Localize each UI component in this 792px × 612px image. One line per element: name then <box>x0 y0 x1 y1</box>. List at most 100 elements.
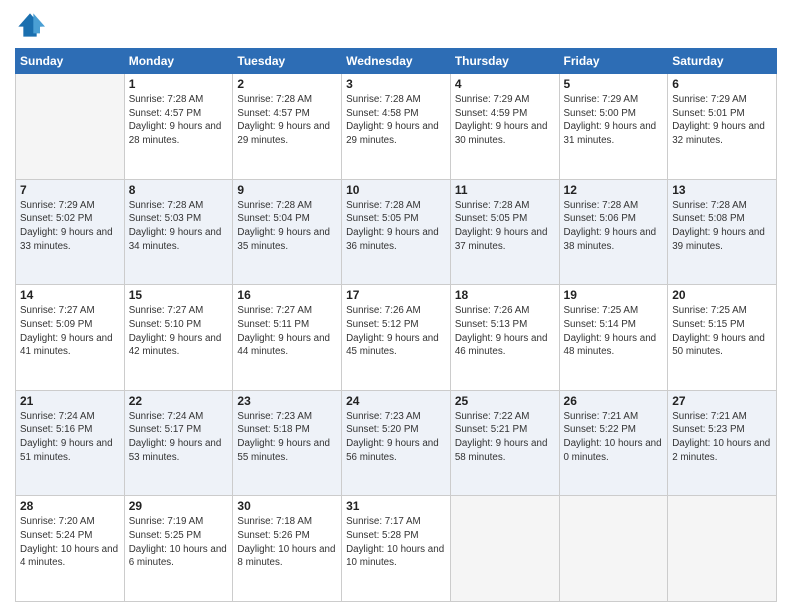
logo-icon <box>15 10 45 40</box>
day-number: 14 <box>20 288 120 302</box>
day-info: Sunrise: 7:28 AMSunset: 5:06 PMDaylight:… <box>564 199 664 254</box>
day-number: 31 <box>346 499 446 513</box>
day-info: Sunrise: 7:29 AMSunset: 4:59 PMDaylight:… <box>455 93 555 148</box>
day-info: Sunrise: 7:21 AMSunset: 5:23 PMDaylight:… <box>672 410 772 465</box>
day-info: Sunrise: 7:28 AMSunset: 4:57 PMDaylight:… <box>129 93 229 148</box>
calendar-cell: 29 Sunrise: 7:19 AMSunset: 5:25 PMDayligh… <box>124 496 233 602</box>
calendar-cell: 15Sunrise: 7:27 AMSunset: 5:10 PMDayligh… <box>124 285 233 391</box>
day-number: 16 <box>237 288 337 302</box>
calendar-cell <box>16 74 125 180</box>
calendar-cell: 27Sunrise: 7:21 AMSunset: 5:23 PMDayligh… <box>668 390 777 496</box>
day-info: Sunrise: 7:28 AMSunset: 5:05 PMDaylight:… <box>455 199 555 254</box>
day-info: Sunrise: 7:22 AMSunset: 5:21 PMDaylight:… <box>455 410 555 465</box>
calendar-cell: 25 Sunrise: 7:22 AMSunset: 5:21 PMDayligh… <box>450 390 559 496</box>
day-info: Sunrise: 7:29 AMSunset: 5:00 PMDaylight:… <box>564 93 664 148</box>
day-info: Sunrise: 7:23 AMSunset: 5:20 PMDaylight:… <box>346 410 446 465</box>
calendar-cell: 30Sunrise: 7:18 AMSunset: 5:26 PMDayligh… <box>233 496 342 602</box>
day-number: 17 <box>346 288 446 302</box>
day-number: 23 <box>237 394 337 408</box>
calendar-cell: 21 Sunrise: 7:24 AMSunset: 5:16 PMDayligh… <box>16 390 125 496</box>
weekday-header-wednesday: Wednesday <box>342 49 451 74</box>
day-number: 9 <box>237 183 337 197</box>
calendar-cell <box>559 496 668 602</box>
weekday-header-row: SundayMondayTuesdayWednesdayThursdayFrid… <box>16 49 777 74</box>
weekday-header-saturday: Saturday <box>668 49 777 74</box>
day-info: Sunrise: 7:28 AMSunset: 5:03 PMDaylight:… <box>129 199 229 254</box>
day-info: Sunrise: 7:20 AMSunset: 5:24 PMDaylight:… <box>20 515 120 570</box>
calendar-table: SundayMondayTuesdayWednesdayThursdayFrid… <box>15 48 777 602</box>
day-number: 24 <box>346 394 446 408</box>
calendar-cell: 12 Sunrise: 7:28 AMSunset: 5:06 PMDayligh… <box>559 179 668 285</box>
day-info: Sunrise: 7:24 AMSunset: 5:16 PMDaylight:… <box>20 410 120 465</box>
calendar-cell: 8 Sunrise: 7:28 AMSunset: 5:03 PMDaylight… <box>124 179 233 285</box>
calendar-cell: 3 Sunrise: 7:28 AMSunset: 4:58 PMDaylight… <box>342 74 451 180</box>
day-number: 25 <box>455 394 555 408</box>
calendar-cell: 7Sunrise: 7:29 AMSunset: 5:02 PMDaylight… <box>16 179 125 285</box>
calendar-cell: 11 Sunrise: 7:28 AMSunset: 5:05 PMDayligh… <box>450 179 559 285</box>
day-info: Sunrise: 7:17 AMSunset: 5:28 PMDaylight:… <box>346 515 446 570</box>
calendar-cell <box>668 496 777 602</box>
calendar-cell: 24 Sunrise: 7:23 AMSunset: 5:20 PMDayligh… <box>342 390 451 496</box>
day-number: 1 <box>129 77 229 91</box>
day-number: 20 <box>672 288 772 302</box>
day-number: 18 <box>455 288 555 302</box>
day-info: Sunrise: 7:28 AMSunset: 5:08 PMDaylight:… <box>672 199 772 254</box>
day-info: Sunrise: 7:29 AMSunset: 5:01 PMDaylight:… <box>672 93 772 148</box>
weekday-header-thursday: Thursday <box>450 49 559 74</box>
day-info: Sunrise: 7:25 AMSunset: 5:15 PMDaylight:… <box>672 304 772 359</box>
calendar-cell: 1 Sunrise: 7:28 AMSunset: 4:57 PMDaylight… <box>124 74 233 180</box>
day-number: 3 <box>346 77 446 91</box>
calendar-page: SundayMondayTuesdayWednesdayThursdayFrid… <box>0 0 792 612</box>
day-number: 4 <box>455 77 555 91</box>
day-number: 7 <box>20 183 120 197</box>
calendar-cell: 23 Sunrise: 7:23 AMSunset: 5:18 PMDayligh… <box>233 390 342 496</box>
day-number: 8 <box>129 183 229 197</box>
calendar-cell: 4 Sunrise: 7:29 AMSunset: 4:59 PMDaylight… <box>450 74 559 180</box>
day-info: Sunrise: 7:28 AMSunset: 4:58 PMDaylight:… <box>346 93 446 148</box>
day-info: Sunrise: 7:23 AMSunset: 5:18 PMDaylight:… <box>237 410 337 465</box>
calendar-cell: 13 Sunrise: 7:28 AMSunset: 5:08 PMDayligh… <box>668 179 777 285</box>
calendar-cell: 2 Sunrise: 7:28 AMSunset: 4:57 PMDaylight… <box>233 74 342 180</box>
day-number: 5 <box>564 77 664 91</box>
day-number: 2 <box>237 77 337 91</box>
day-info: Sunrise: 7:19 AMSunset: 5:25 PMDaylight:… <box>129 515 229 570</box>
day-info: Sunrise: 7:25 AMSunset: 5:14 PMDaylight:… <box>564 304 664 359</box>
day-number: 28 <box>20 499 120 513</box>
week-row-4: 21 Sunrise: 7:24 AMSunset: 5:16 PMDayligh… <box>16 390 777 496</box>
weekday-header-tuesday: Tuesday <box>233 49 342 74</box>
calendar-cell: 18Sunrise: 7:26 AMSunset: 5:13 PMDayligh… <box>450 285 559 391</box>
day-info: Sunrise: 7:18 AMSunset: 5:26 PMDaylight:… <box>237 515 337 570</box>
calendar-cell: 22 Sunrise: 7:24 AMSunset: 5:17 PMDayligh… <box>124 390 233 496</box>
weekday-header-friday: Friday <box>559 49 668 74</box>
week-row-2: 7Sunrise: 7:29 AMSunset: 5:02 PMDaylight… <box>16 179 777 285</box>
day-info: Sunrise: 7:26 AMSunset: 5:12 PMDaylight:… <box>346 304 446 359</box>
day-number: 11 <box>455 183 555 197</box>
page-header <box>15 10 777 40</box>
logo <box>15 10 49 40</box>
day-number: 29 <box>129 499 229 513</box>
day-number: 26 <box>564 394 664 408</box>
calendar-cell: 6 Sunrise: 7:29 AMSunset: 5:01 PMDaylight… <box>668 74 777 180</box>
day-number: 6 <box>672 77 772 91</box>
day-number: 21 <box>20 394 120 408</box>
calendar-cell: 20 Sunrise: 7:25 AMSunset: 5:15 PMDayligh… <box>668 285 777 391</box>
calendar-cell: 9Sunrise: 7:28 AMSunset: 5:04 PMDaylight… <box>233 179 342 285</box>
calendar-cell: 16 Sunrise: 7:27 AMSunset: 5:11 PMDayligh… <box>233 285 342 391</box>
day-number: 13 <box>672 183 772 197</box>
calendar-cell: 17 Sunrise: 7:26 AMSunset: 5:12 PMDayligh… <box>342 285 451 391</box>
day-info: Sunrise: 7:28 AMSunset: 4:57 PMDaylight:… <box>237 93 337 148</box>
day-info: Sunrise: 7:27 AMSunset: 5:11 PMDaylight:… <box>237 304 337 359</box>
weekday-header-sunday: Sunday <box>16 49 125 74</box>
calendar-cell <box>450 496 559 602</box>
day-number: 22 <box>129 394 229 408</box>
week-row-5: 28 Sunrise: 7:20 AMSunset: 5:24 PMDayligh… <box>16 496 777 602</box>
day-info: Sunrise: 7:27 AMSunset: 5:09 PMDaylight:… <box>20 304 120 359</box>
calendar-cell: 5 Sunrise: 7:29 AMSunset: 5:00 PMDaylight… <box>559 74 668 180</box>
day-info: Sunrise: 7:27 AMSunset: 5:10 PMDaylight:… <box>129 304 229 359</box>
week-row-3: 14 Sunrise: 7:27 AMSunset: 5:09 PMDayligh… <box>16 285 777 391</box>
day-number: 12 <box>564 183 664 197</box>
calendar-cell: 14 Sunrise: 7:27 AMSunset: 5:09 PMDayligh… <box>16 285 125 391</box>
calendar-cell: 26Sunrise: 7:21 AMSunset: 5:22 PMDayligh… <box>559 390 668 496</box>
day-info: Sunrise: 7:24 AMSunset: 5:17 PMDaylight:… <box>129 410 229 465</box>
day-number: 19 <box>564 288 664 302</box>
